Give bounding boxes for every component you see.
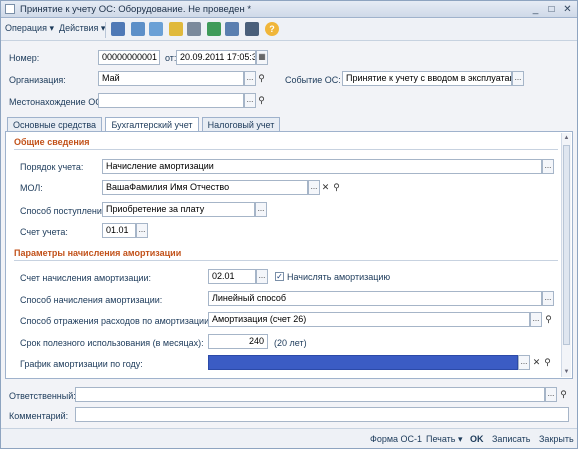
document-window: Принятие к учету ОС: Оборудование. Не пр… <box>0 0 578 449</box>
toolbar-separator <box>105 22 106 38</box>
number-label: Номер: <box>9 53 40 63</box>
method-label: Способ начисления амортизации: <box>20 295 163 305</box>
charge-amortization-label: Начислять амортизацию <box>287 272 391 282</box>
schedule-search-icon[interactable]: ⚲ <box>542 356 553 369</box>
calendar-icon[interactable]: ▦ <box>256 50 268 65</box>
account-label: Счет учета: <box>20 227 68 237</box>
charge-amortization-checkbox[interactable]: ✓ <box>275 272 284 281</box>
save-icon[interactable] <box>131 22 145 36</box>
panel-scrollbar[interactable]: ▲ ▼ <box>561 133 571 377</box>
schedule-select-button[interactable]: ... <box>518 355 530 370</box>
expense-select-button[interactable]: ... <box>530 312 542 327</box>
order-select-button[interactable]: ... <box>542 159 554 174</box>
expense-search-icon[interactable]: ⚲ <box>543 313 554 326</box>
general-section-title: Общие сведения <box>14 137 90 147</box>
post-icon[interactable] <box>149 22 163 36</box>
schedule-field[interactable] <box>208 355 518 370</box>
responsible-search-icon[interactable]: ⚲ <box>558 388 569 401</box>
scroll-down-icon[interactable]: ▼ <box>562 367 571 377</box>
structure-icon[interactable] <box>245 22 259 36</box>
location-label: Местонахождение ОС: <box>9 97 105 107</box>
comment-field[interactable] <box>75 407 569 422</box>
comment-label: Комментарий: <box>9 411 69 421</box>
bottom-command-bar: Форма ОС-1 Печать ▾ OK Записать Закрыть <box>1 428 577 448</box>
schedule-label: График амортизации по году: <box>20 359 143 369</box>
minimize-button[interactable]: _ <box>529 3 542 16</box>
post-and-close-icon[interactable] <box>111 22 125 36</box>
useful-life-field[interactable]: 240 <box>208 334 268 349</box>
organization-label: Организация: <box>9 75 66 85</box>
order-field[interactable]: Начисление амортизации <box>102 159 542 174</box>
date-label: от: <box>165 53 177 63</box>
print-menu[interactable]: Печать ▾ <box>426 434 463 445</box>
tab-tax-accounting[interactable]: Налоговый учет <box>202 117 280 132</box>
section-divider <box>14 260 558 261</box>
ok-button[interactable]: OK <box>470 434 484 444</box>
responsible-field[interactable] <box>75 387 545 402</box>
tab-fixed-assets[interactable]: Основные средства <box>7 117 102 132</box>
account-field[interactable]: 01.01 <box>102 223 136 238</box>
location-search-icon[interactable]: ⚲ <box>256 94 267 107</box>
mol-search-icon[interactable]: ⚲ <box>331 181 342 194</box>
scroll-thumb[interactable] <box>563 145 570 345</box>
section-divider <box>14 149 558 150</box>
receipt-select-button[interactable]: ... <box>255 202 267 217</box>
close-window-button[interactable]: ✕ <box>561 3 574 16</box>
amort-account-field[interactable]: 02.01 <box>208 269 256 284</box>
document-icon <box>5 4 15 14</box>
save-button[interactable]: Записать <box>492 434 530 444</box>
order-label: Порядок учета: <box>20 162 84 172</box>
useful-life-label: Срок полезного использования (в месяцах)… <box>20 338 204 348</box>
responsible-label: Ответственный: <box>9 391 76 401</box>
account-select-button[interactable]: ... <box>136 223 148 238</box>
useful-life-years: (20 лет) <box>274 338 307 348</box>
report-icon[interactable] <box>225 22 239 36</box>
window-title: Принятие к учету ОС: Оборудование. Не пр… <box>20 4 252 15</box>
maximize-button[interactable]: □ <box>545 3 558 16</box>
delete-icon[interactable] <box>187 22 201 36</box>
mol-clear-icon[interactable]: ✕ <box>320 181 331 194</box>
operation-menu[interactable]: Операция ▾ <box>5 23 54 34</box>
organization-field[interactable]: Май <box>98 71 244 86</box>
date-field[interactable]: 20.09.2011 17:05:38 <box>176 50 256 65</box>
scroll-up-icon[interactable]: ▲ <box>562 133 571 143</box>
receipt-label: Способ поступления: <box>20 206 110 216</box>
organization-select-button[interactable]: ... <box>244 71 256 86</box>
location-select-button[interactable]: ... <box>244 93 256 108</box>
mol-field[interactable]: ВашаФамилия Имя Отчество <box>102 180 308 195</box>
amort-account-label: Счет начисления амортизации: <box>20 273 152 283</box>
expense-label: Способ отражения расходов по амортизации… <box>20 316 212 326</box>
form-os1-button[interactable]: Форма ОС-1 <box>370 434 422 444</box>
close-button[interactable]: Закрыть <box>539 434 574 444</box>
amort-section-title: Параметры начисления амортизации <box>14 248 182 258</box>
help-icon[interactable]: ? <box>265 22 279 36</box>
receipt-field[interactable]: Приобретение за плату <box>102 202 255 217</box>
method-select-button[interactable]: ... <box>542 291 554 306</box>
mol-label: МОЛ: <box>20 183 43 193</box>
mol-select-button[interactable]: ... <box>308 180 320 195</box>
number-field[interactable]: 00000000001 <box>98 50 160 65</box>
accounting-panel: Общие сведения Порядок учета: Начисление… <box>5 131 573 379</box>
copy-icon[interactable] <box>169 22 183 36</box>
responsible-select-button[interactable]: ... <box>545 387 557 402</box>
method-field[interactable]: Линейный способ <box>208 291 542 306</box>
organization-search-icon[interactable]: ⚲ <box>256 72 267 85</box>
schedule-clear-icon[interactable]: ✕ <box>531 356 542 369</box>
event-label: Событие ОС: <box>285 75 341 85</box>
actions-menu[interactable]: Действия ▾ <box>59 23 105 34</box>
title-bar: Принятие к учету ОС: Оборудование. Не пр… <box>1 1 577 18</box>
event-field[interactable]: Принятие к учету с вводом в эксплуатацию <box>342 71 512 86</box>
amort-account-select-button[interactable]: ... <box>256 269 268 284</box>
location-field[interactable] <box>98 93 244 108</box>
toolbar: Операция ▾ Действия ▾ ? <box>1 19 577 41</box>
expense-field[interactable]: Амортизация (счет 26) <box>208 312 530 327</box>
dt-kt-icon[interactable] <box>207 22 221 36</box>
event-select-button[interactable]: ... <box>512 71 524 86</box>
